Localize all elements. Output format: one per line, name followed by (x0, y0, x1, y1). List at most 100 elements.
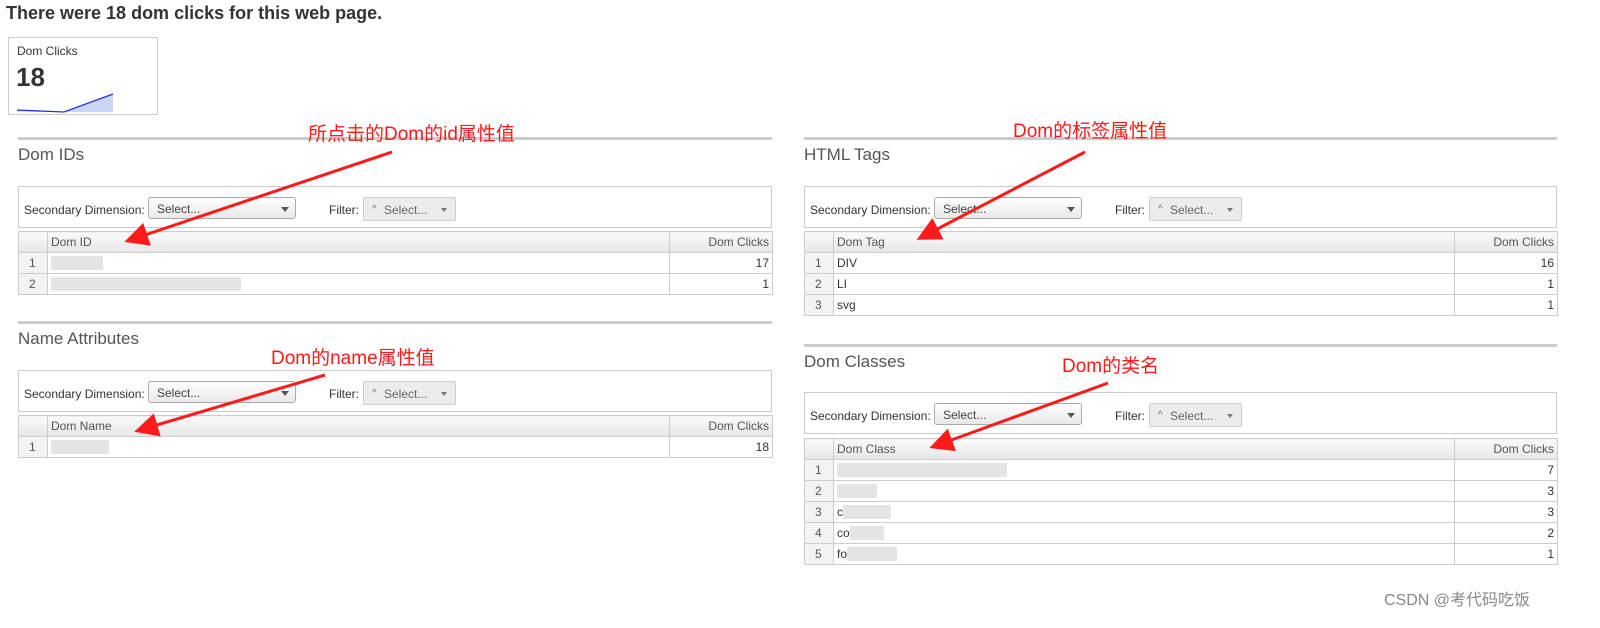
table-row[interactable]: 4 co 2 (804, 522, 1558, 544)
table-row[interactable]: 2 1 (18, 273, 773, 295)
column-header-dom-name[interactable]: Dom Name (47, 415, 670, 437)
chevron-up-icon: ^ (372, 204, 377, 215)
annotation-dom-id: 所点击的Dom的id属性值 (308, 124, 515, 145)
dom-clicks-cell: 16 (1454, 252, 1558, 274)
dom-tag-cell: svg (833, 294, 1455, 316)
secondary-dimension-select[interactable]: Select... (148, 381, 296, 403)
dom-name-cell-redacted (47, 436, 670, 458)
dom-class-text: fo (837, 546, 848, 561)
index-column-header (804, 438, 834, 460)
dom-tag-cell: LI (833, 273, 1455, 295)
row-index: 2 (804, 480, 834, 502)
row-index: 3 (804, 501, 834, 523)
report-toolbar: Secondary Dimension: Select... Filter: ^… (804, 186, 1557, 228)
dom-clicks-cell: 1 (1454, 273, 1558, 295)
dom-clicks-cell: 1 (1454, 543, 1558, 565)
dom-tag-cell: DIV (833, 252, 1455, 274)
dom-clicks-cell: 1 (1454, 294, 1558, 316)
select-value: Select... (384, 387, 428, 401)
table-row[interactable]: 2 3 (804, 480, 1558, 502)
table-row[interactable]: 3 svg 1 (804, 294, 1558, 316)
dom-class-text: co (837, 525, 850, 540)
section-divider (804, 137, 1557, 140)
table-row[interactable]: 1 17 (18, 252, 773, 274)
report-toolbar: Secondary Dimension: Select... Filter: ^… (804, 392, 1557, 434)
dom-classes-table: Dom Class Dom Clicks 1 7 2 3 3 c 3 4 co … (804, 438, 1558, 565)
section-divider (18, 321, 772, 324)
index-column-header (804, 231, 834, 253)
dom-class-cell-redacted (833, 480, 1455, 502)
annotation-dom-class: Dom的类名 (1062, 356, 1160, 377)
column-header-dom-clicks[interactable]: Dom Clicks (669, 231, 773, 253)
dom-tags-table: Dom Tag Dom Clicks 1 DIV 16 2 LI 1 3 svg… (804, 231, 1558, 316)
row-index: 1 (804, 252, 834, 274)
index-column-header (18, 231, 48, 253)
column-header-dom-clicks[interactable]: Dom Clicks (1454, 231, 1558, 253)
csdn-watermark: CSDN @考代码吃饭 (1384, 592, 1531, 609)
section-title: Dom IDs (18, 145, 85, 164)
table-row[interactable]: 1 7 (804, 459, 1558, 481)
secondary-dimension-label: Secondary Dimension: (24, 387, 145, 401)
row-index: 1 (804, 459, 834, 481)
chevron-down-icon (281, 207, 289, 212)
filter-select[interactable]: ^ Select... (363, 381, 456, 405)
section-divider (804, 344, 1557, 347)
table-row[interactable]: 5 fo 1 (804, 543, 1558, 565)
report-toolbar: Secondary Dimension: Select... Filter: ^… (18, 370, 772, 412)
dom-class-cell-redacted (833, 459, 1455, 481)
table-row[interactable]: 1 DIV 16 (804, 252, 1558, 274)
chevron-up-icon: ^ (1158, 410, 1163, 421)
dom-clicks-cell: 3 (1454, 480, 1558, 502)
chevron-down-icon (1227, 414, 1233, 418)
dom-names-table: Dom Name Dom Clicks 1 18 (18, 415, 773, 458)
chevron-down-icon (281, 391, 289, 396)
chevron-down-icon (441, 392, 447, 396)
secondary-dimension-label: Secondary Dimension: (24, 203, 145, 217)
secondary-dimension-select[interactable]: Select... (934, 197, 1082, 219)
table-row[interactable]: 1 18 (18, 436, 773, 458)
secondary-dimension-label: Secondary Dimension: (810, 409, 931, 423)
column-header-dom-clicks[interactable]: Dom Clicks (1454, 438, 1558, 460)
select-value: Select... (384, 203, 428, 217)
table-row[interactable]: 2 LI 1 (804, 273, 1558, 295)
page-headline: There were 18 dom clicks for this web pa… (6, 3, 383, 23)
table-header-row: Dom Tag Dom Clicks (804, 231, 1558, 253)
dom-class-cell: fo (833, 543, 1455, 565)
section-dom-ids: Dom IDs Secondary Dimension: Select... F… (18, 137, 773, 302)
filter-label: Filter: (1115, 203, 1145, 217)
table-header-row: Dom Class Dom Clicks (804, 438, 1558, 460)
filter-label: Filter: (329, 203, 359, 217)
dom-clicks-cell: 18 (669, 436, 773, 458)
chevron-up-icon: ^ (1158, 204, 1163, 215)
dom-id-cell-redacted (47, 252, 670, 274)
select-value: Select... (943, 202, 987, 216)
section-title: Name Attributes (18, 329, 139, 348)
filter-label: Filter: (329, 387, 359, 401)
select-value: Select... (943, 408, 987, 422)
secondary-dimension-label: Secondary Dimension: (810, 203, 931, 217)
chevron-up-icon: ^ (372, 388, 377, 399)
select-value: Select... (1170, 409, 1214, 423)
summary-sparkline (16, 93, 114, 113)
column-header-dom-clicks[interactable]: Dom Clicks (669, 415, 773, 437)
row-index: 5 (804, 543, 834, 565)
column-header-dom-class[interactable]: Dom Class (833, 438, 1455, 460)
filter-label: Filter: (1115, 409, 1145, 423)
secondary-dimension-select[interactable]: Select... (148, 197, 296, 219)
filter-select[interactable]: ^ Select... (1149, 403, 1242, 427)
row-index: 4 (804, 522, 834, 544)
dom-id-cell-redacted (47, 273, 670, 295)
filter-select[interactable]: ^ Select... (1149, 197, 1242, 221)
chevron-down-icon (1067, 413, 1075, 418)
table-row[interactable]: 3 c 3 (804, 501, 1558, 523)
column-header-dom-id[interactable]: Dom ID (47, 231, 670, 253)
table-header-row: Dom ID Dom Clicks (18, 231, 773, 253)
select-value: Select... (157, 202, 201, 216)
index-column-header (18, 415, 48, 437)
secondary-dimension-select[interactable]: Select... (934, 403, 1082, 425)
column-header-dom-tag[interactable]: Dom Tag (833, 231, 1455, 253)
filter-select[interactable]: ^ Select... (363, 197, 456, 221)
chevron-down-icon (1067, 207, 1075, 212)
dom-clicks-summary-card: Dom Clicks 18 (8, 37, 158, 115)
section-title: HTML Tags (804, 145, 890, 164)
